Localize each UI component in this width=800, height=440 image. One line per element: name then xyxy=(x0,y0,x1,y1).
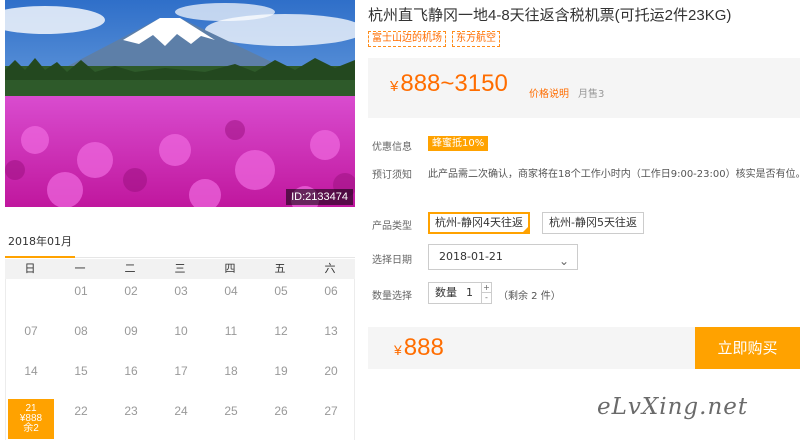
product-title: 杭州直飞静冈一地4-8天往返含税机票(可托运2件23KG) xyxy=(368,7,732,24)
product-option-5day[interactable]: 杭州-静冈5天往返 xyxy=(542,212,644,234)
calendar-day[interactable]: 22 xyxy=(56,399,106,439)
calendar-day[interactable]: 13 xyxy=(306,319,356,359)
quantity-minus-button[interactable]: - xyxy=(481,293,491,303)
weekday-label: 三 xyxy=(174,262,186,275)
calendar-day[interactable]: 27 xyxy=(306,399,356,439)
selected-price-value: 888 xyxy=(403,334,444,361)
selected-price: ¥888 xyxy=(394,334,444,362)
calendar-day[interactable]: 26 xyxy=(256,399,306,439)
price-note-link[interactable]: 价格说明 xyxy=(529,85,569,100)
product-tags: 富士山边的机场 东方航空 xyxy=(368,31,500,47)
calendar-day[interactable]: 10 xyxy=(156,319,206,359)
buy-now-button[interactable]: 立即购买 xyxy=(695,327,800,369)
monthly-sales: 月售3 xyxy=(578,89,605,100)
calendar-day[interactable]: 23 xyxy=(106,399,156,439)
quantity-label: 数量选择 xyxy=(372,291,412,302)
calendar-day[interactable]: 07 xyxy=(6,319,56,359)
calendar-day[interactable]: 11 xyxy=(206,319,256,359)
product-option-label: 杭州-静冈5天往返 xyxy=(549,216,637,229)
price-range-value: 888~3150 xyxy=(400,70,508,97)
weekday-label: 日 xyxy=(24,262,36,275)
calendar-day[interactable]: 14 xyxy=(6,359,56,399)
weekday-label: 一 xyxy=(74,262,86,275)
currency-symbol: ¥ xyxy=(394,342,402,358)
calendar-day[interactable]: 06 xyxy=(306,279,356,319)
currency-symbol: ¥ xyxy=(390,78,399,95)
calendar-day[interactable]: 17 xyxy=(156,359,206,399)
calendar-month-tab[interactable]: 2018年01月 xyxy=(5,233,75,258)
product-photo: ID:2133474 xyxy=(5,0,355,207)
date-label: 选择日期 xyxy=(372,255,412,266)
price-box: ¥888~3150 价格说明 月售3 xyxy=(368,58,800,118)
calendar-day[interactable]: 01 xyxy=(56,279,106,319)
fuji-landscape-image xyxy=(5,0,355,207)
calendar-day[interactable]: 18 xyxy=(206,359,256,399)
booking-notice-label: 预订须知 xyxy=(372,170,412,181)
calendar-day[interactable]: 12 xyxy=(256,319,306,359)
quantity-prefix: 数量 xyxy=(435,286,457,299)
calendar-day[interactable]: 04 xyxy=(206,279,256,319)
chevron-down-icon: ⌄ xyxy=(558,254,569,268)
date-value: 2018-01-21 xyxy=(439,250,503,263)
tag-airline[interactable]: 东方航空 xyxy=(452,31,500,47)
photo-id-label: ID:2133474 xyxy=(286,189,353,205)
calendar-grid: 01 02 03 04 05 06 07 08 09 10 11 12 13 14 15 16 17 18 19 20… xyxy=(5,279,355,440)
remaining-count: （剩余 2 件） xyxy=(498,291,561,302)
calendar-day[interactable]: 16 xyxy=(106,359,156,399)
calendar-empty-cell xyxy=(6,279,56,319)
weekday-label: 二 xyxy=(124,262,136,275)
calendar-day[interactable]: 15 xyxy=(56,359,106,399)
weekday-label: 五 xyxy=(274,262,286,275)
quantity-value[interactable]: 1 xyxy=(466,283,473,303)
calendar-day-selected[interactable]: 21 ¥888 余2 xyxy=(8,399,54,439)
weekday-label: 六 xyxy=(324,262,336,275)
quantity-stepper: 数量 1 + - xyxy=(428,282,492,304)
quantity-plus-button[interactable]: + xyxy=(481,283,491,293)
calendar-day[interactable]: 19 xyxy=(256,359,306,399)
promo-badge: 蜂蜜抵10% xyxy=(428,136,489,151)
calendar-day[interactable]: 08 xyxy=(56,319,106,359)
calendar-day[interactable]: 02 xyxy=(106,279,156,319)
date-dropdown[interactable]: 2018-01-21 ⌄ xyxy=(428,244,578,270)
selected-day-remain: 余2 xyxy=(23,423,39,434)
calendar-day[interactable]: 09 xyxy=(106,319,156,359)
product-option-label: 杭州-静冈4天往返 xyxy=(435,216,523,229)
site-watermark: eLvXing.net xyxy=(597,394,749,420)
booking-notice-text: 此产品需二次确认，商家将在18个工作小时内（工作日9:00-23:00）核实是否… xyxy=(428,169,800,180)
calendar-day[interactable]: 05 xyxy=(256,279,306,319)
calendar-day[interactable]: 03 xyxy=(156,279,206,319)
product-type-label: 产品类型 xyxy=(372,221,412,232)
tag-airport[interactable]: 富士山边的机场 xyxy=(368,31,446,47)
weekday-label: 四 xyxy=(224,262,236,275)
calendar-day[interactable]: 20 xyxy=(306,359,356,399)
calendar-day[interactable]: 25 xyxy=(206,399,256,439)
promo-label: 优惠信息 xyxy=(372,142,412,153)
price-range: ¥888~3150 xyxy=(390,70,508,98)
calendar-weekday-row: 日一二三四五六 xyxy=(5,259,355,279)
product-option-4day[interactable]: 杭州-静冈4天往返 xyxy=(428,212,530,234)
selected-check-icon xyxy=(520,225,530,234)
buy-bar: ¥888 立即购买 xyxy=(368,327,800,369)
calendar-day[interactable]: 24 xyxy=(156,399,206,439)
